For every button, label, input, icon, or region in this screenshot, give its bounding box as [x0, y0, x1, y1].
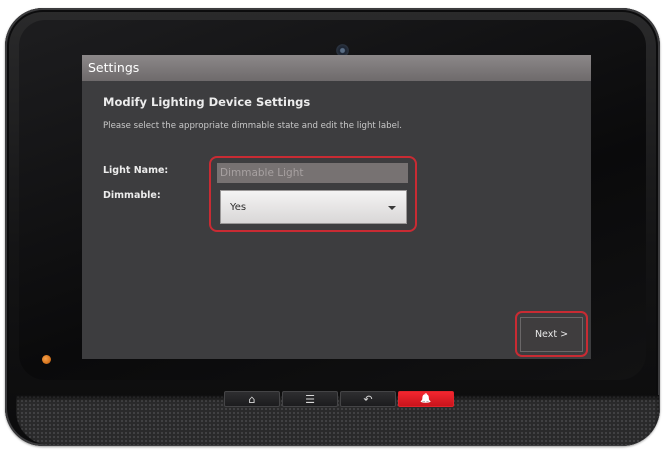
home-button[interactable]: ⌂ — [224, 391, 280, 407]
back-button[interactable]: ↶ — [340, 391, 396, 407]
home-icon: ⌂ — [248, 392, 256, 406]
alarm-button[interactable]: 🔔 — [398, 391, 454, 407]
touch-screen: Settings Modify Lighting Device Settings… — [82, 55, 591, 359]
dimmable-label: Dimmable: — [103, 190, 161, 201]
window-titlebar: Settings — [82, 55, 591, 81]
alarm-icon: 🔔 — [420, 393, 432, 404]
hardware-button-bar: ⌂ ☰ ↶ 🔔 — [224, 391, 454, 407]
back-icon: ↶ — [363, 392, 373, 406]
next-highlight-box — [515, 311, 588, 357]
menu-icon: ☰ — [305, 392, 315, 406]
menu-button[interactable]: ☰ — [282, 391, 338, 407]
window-title: Settings — [88, 60, 140, 75]
form-highlight-box — [209, 156, 417, 232]
status-led — [42, 355, 51, 364]
page-instructions: Please select the appropriate dimmable s… — [103, 121, 403, 131]
page-title: Modify Lighting Device Settings — [103, 95, 311, 109]
light-name-label: Light Name: — [103, 165, 169, 176]
